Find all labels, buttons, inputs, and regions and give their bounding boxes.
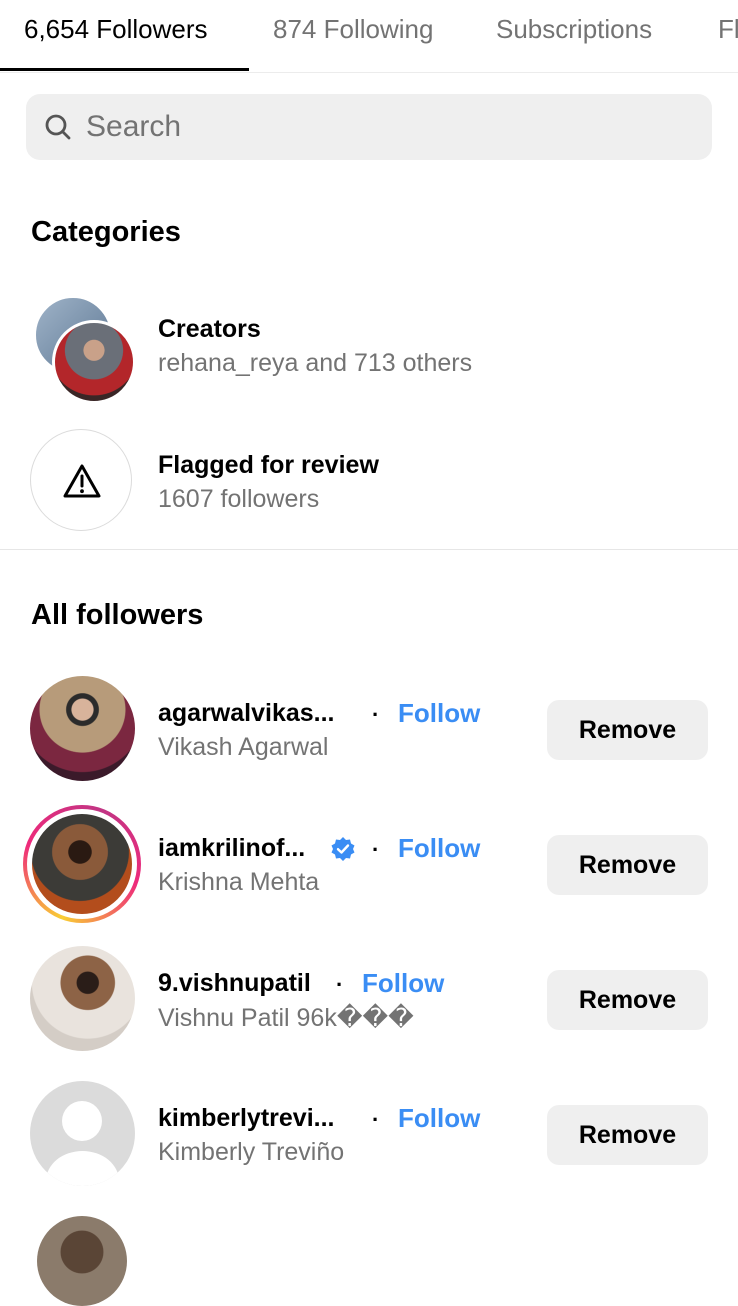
- separator-dot: ·: [372, 1107, 380, 1132]
- follow-button[interactable]: Follow: [362, 968, 444, 999]
- tab-followers[interactable]: 6,654 Followers: [24, 14, 208, 45]
- follower-row[interactable]: iamkrilinof... · Follow Krishna Mehta Re…: [0, 805, 738, 925]
- remove-button[interactable]: Remove: [547, 1105, 708, 1165]
- category-creators[interactable]: Creators rehana_reya and 713 others: [0, 290, 738, 404]
- avatar: [32, 814, 132, 914]
- username[interactable]: 9.vishnupatil: [158, 969, 311, 998]
- tab-flagged[interactable]: Fl: [718, 14, 738, 45]
- remove-button[interactable]: Remove: [547, 970, 708, 1030]
- category-title: Flagged for review: [158, 451, 379, 479]
- avatar-body: [46, 1151, 119, 1186]
- warning-icon: [63, 464, 101, 498]
- avatar[interactable]: [30, 946, 135, 1051]
- follow-button[interactable]: Follow: [398, 1103, 480, 1134]
- username[interactable]: iamkrilinof...: [158, 834, 305, 863]
- separator-dot: ·: [336, 972, 344, 997]
- full-name: Vishnu Patil 96k���: [158, 1004, 414, 1032]
- avatar[interactable]: [30, 676, 135, 781]
- story-ring[interactable]: [23, 805, 141, 923]
- username[interactable]: agarwalvikas...: [158, 699, 335, 728]
- remove-button[interactable]: Remove: [547, 835, 708, 895]
- full-name: Krishna Mehta: [158, 868, 320, 896]
- section-divider: [0, 549, 738, 550]
- verified-badge-icon: [331, 837, 355, 861]
- follow-button[interactable]: Follow: [398, 698, 480, 729]
- default-avatar-icon[interactable]: [30, 1081, 135, 1186]
- search-bar[interactable]: [26, 94, 712, 160]
- search-icon: [45, 114, 71, 140]
- all-followers-heading: All followers: [31, 599, 204, 631]
- category-flagged[interactable]: Flagged for review 1607 followers: [0, 426, 738, 536]
- follow-button[interactable]: Follow: [398, 833, 480, 864]
- follow-tabs: 6,654 Followers 874 Following Subscripti…: [0, 0, 738, 73]
- creator-avatar-front: [52, 320, 136, 404]
- full-name: Kimberly Treviño: [158, 1138, 345, 1166]
- tab-subscriptions[interactable]: Subscriptions: [496, 14, 652, 45]
- active-tab-indicator: [0, 68, 249, 71]
- follower-row[interactable]: kimberlytrevi... · Follow Kimberly Trevi…: [0, 1075, 738, 1195]
- story-ring-gap: [27, 809, 137, 919]
- flagged-icon-circle: [30, 429, 132, 531]
- category-subtitle: rehana_reya and 713 others: [158, 349, 473, 377]
- creators-avatar-stack: [34, 296, 136, 404]
- category-title: Creators: [158, 315, 261, 343]
- avatar-head: [62, 1101, 102, 1141]
- remove-button[interactable]: Remove: [547, 700, 708, 760]
- separator-dot: ·: [372, 702, 380, 727]
- follower-row[interactable]: agarwalvikas... · Follow Vikash Agarwal …: [0, 670, 738, 790]
- categories-heading: Categories: [31, 216, 181, 248]
- search-input[interactable]: [86, 94, 686, 160]
- username[interactable]: kimberlytrevi...: [158, 1104, 334, 1133]
- follower-row[interactable]: 9.vishnupatil · Follow Vishnu Patil 96k�…: [0, 940, 738, 1060]
- category-subtitle: 1607 followers: [158, 485, 320, 513]
- tab-following[interactable]: 874 Following: [273, 14, 433, 45]
- separator-dot: ·: [372, 837, 380, 862]
- full-name: Vikash Agarwal: [158, 733, 329, 761]
